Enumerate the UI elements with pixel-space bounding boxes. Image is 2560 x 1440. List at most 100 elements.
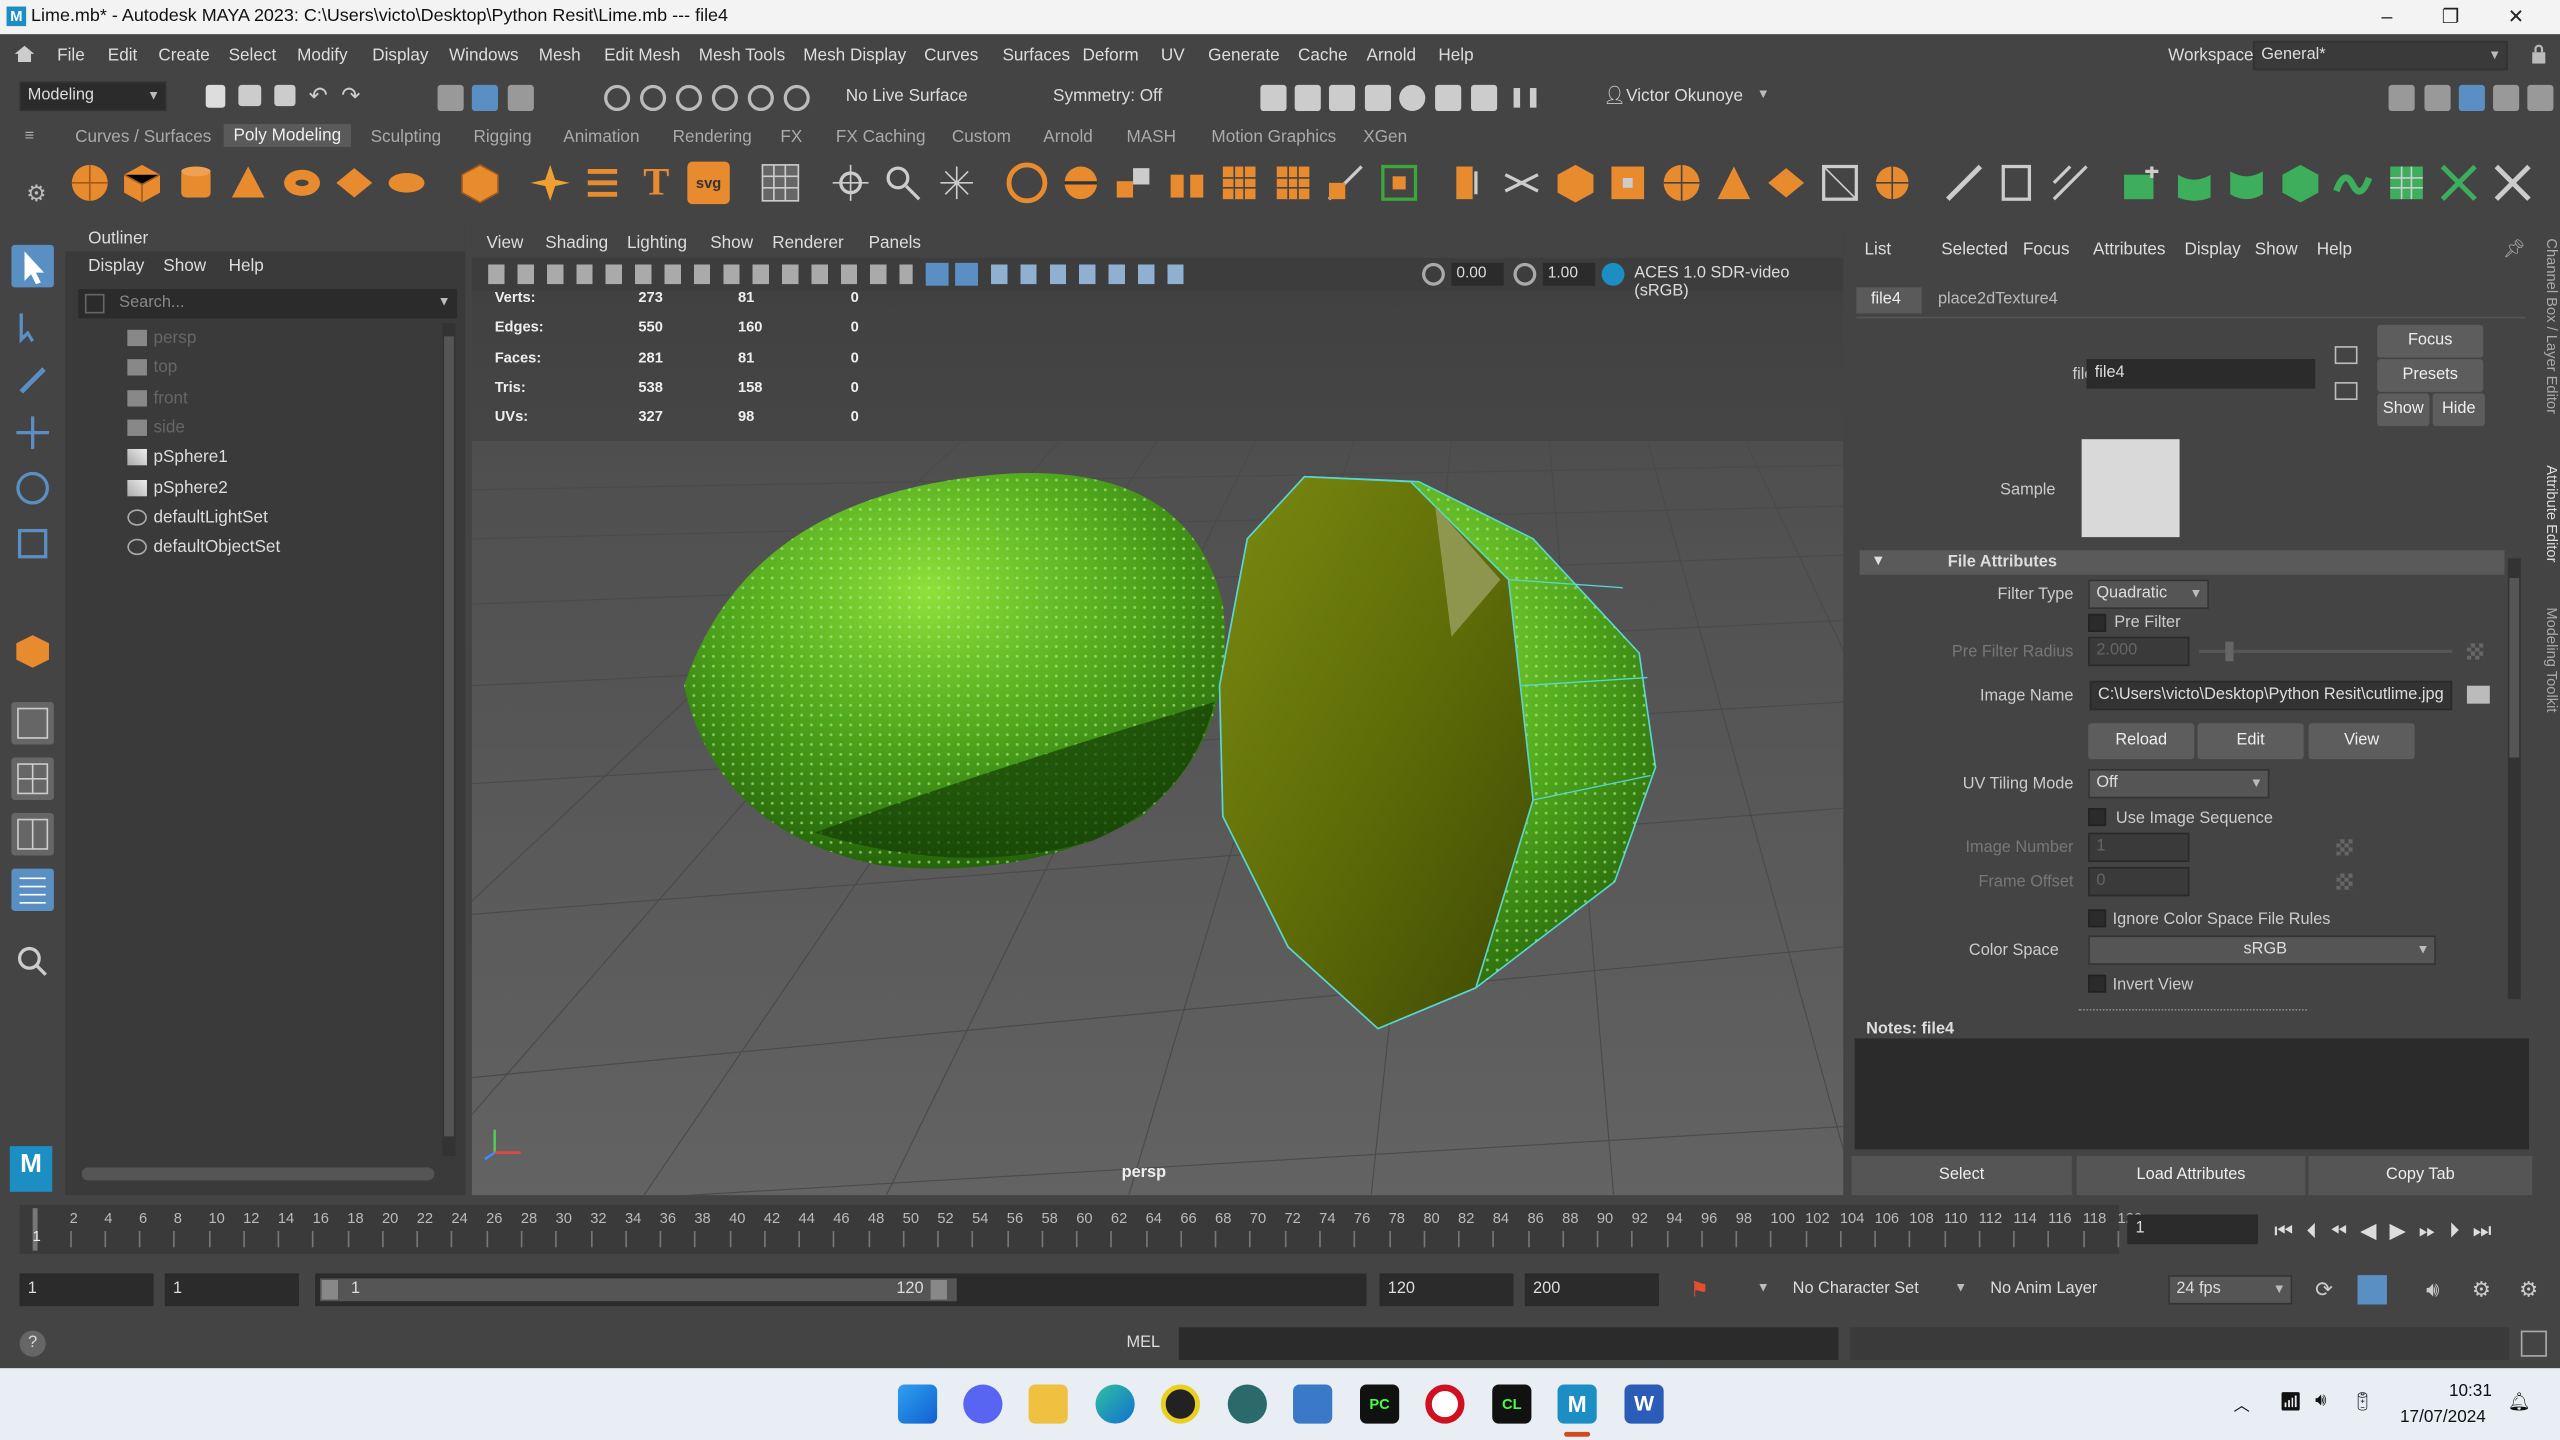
edit-button[interactable]: Edit bbox=[2197, 723, 2304, 760]
ae-menu-selected[interactable]: Selected bbox=[1941, 240, 2008, 260]
paint-select-icon[interactable] bbox=[11, 359, 53, 401]
file-name-field[interactable]: file4 bbox=[2086, 359, 2316, 389]
pause-icon[interactable]: ❚❚ bbox=[1509, 85, 1542, 108]
chevron-down-icon[interactable]: ▼ bbox=[1954, 1280, 1967, 1295]
poly-sphere-icon[interactable] bbox=[69, 162, 111, 204]
outliner-search[interactable]: Search... ▼ bbox=[78, 288, 458, 319]
render-frame-icon[interactable] bbox=[1294, 84, 1321, 112]
tab-place2dtexture4[interactable]: place2dTexture4 bbox=[1938, 291, 2058, 309]
channel-box-icon[interactable] bbox=[2527, 84, 2554, 112]
uv-editor-icon[interactable] bbox=[759, 162, 801, 204]
select-button[interactable]: Select bbox=[1851, 1155, 2072, 1196]
modeling-toolkit-icon[interactable] bbox=[2388, 84, 2415, 112]
poly-cylinder-icon[interactable] bbox=[175, 162, 217, 204]
pycharm-icon[interactable]: PC bbox=[1359, 1384, 1400, 1424]
copy-tab-button[interactable]: Copy Tab bbox=[2308, 1155, 2533, 1196]
viewport-menu-renderer[interactable]: Renderer bbox=[772, 233, 843, 253]
merge-icon[interactable] bbox=[1607, 162, 1649, 204]
uv-cylindrical-icon[interactable] bbox=[2173, 162, 2215, 204]
use-image-sequence-checkbox[interactable] bbox=[2088, 808, 2107, 827]
menu-windows[interactable]: Windows bbox=[449, 46, 519, 66]
attribute-editor-toggle-icon[interactable] bbox=[2458, 84, 2485, 112]
new-scene-icon[interactable] bbox=[205, 84, 226, 108]
current-frame-field[interactable]: 1 bbox=[2127, 1214, 2258, 1245]
menu-create[interactable]: Create bbox=[158, 46, 209, 66]
poly-cube-icon[interactable] bbox=[121, 162, 163, 204]
hypershade-icon[interactable] bbox=[1399, 84, 1426, 112]
arnold-ipr-icon[interactable] bbox=[1471, 84, 1498, 112]
render-view-icon[interactable] bbox=[1260, 84, 1287, 112]
insert-edge-loop-icon[interactable] bbox=[1995, 162, 2037, 204]
super-shape-icon[interactable] bbox=[581, 162, 623, 204]
type-tool-icon[interactable]: T bbox=[635, 162, 677, 204]
outliner-vscrollbar[interactable] bbox=[442, 323, 456, 1156]
ignore-color-space-checkbox[interactable] bbox=[2088, 909, 2107, 928]
render-settings-icon[interactable] bbox=[1364, 84, 1392, 112]
volume-icon[interactable]: 🔊︎ bbox=[2315, 1391, 2326, 1412]
shelf-tab-fx[interactable]: FX bbox=[780, 127, 802, 147]
smooth-shade-icon[interactable] bbox=[955, 262, 978, 286]
poly-cone-icon[interactable] bbox=[227, 162, 269, 204]
lime-whole[interactable] bbox=[684, 473, 1226, 869]
poke-icon[interactable] bbox=[1378, 162, 1420, 204]
wifi-icon[interactable]: 📶︎ bbox=[2279, 1391, 2302, 1413]
outliner-hscrollbar[interactable] bbox=[81, 1167, 435, 1181]
extrude-icon[interactable] bbox=[1112, 162, 1154, 204]
shelf-tab-mash[interactable]: MASH bbox=[1127, 127, 1177, 147]
go-to-input-icon[interactable] bbox=[2334, 346, 2358, 365]
hik-icon[interactable] bbox=[2424, 84, 2451, 112]
append-polygon-icon[interactable] bbox=[1324, 162, 1366, 204]
end-time-field[interactable]: 200 bbox=[1524, 1273, 1659, 1307]
shelf-tab-rigging[interactable]: Rigging bbox=[473, 127, 531, 147]
map-button-icon[interactable] bbox=[2336, 839, 2353, 856]
maximize-button[interactable]: ❐ bbox=[2426, 3, 2475, 29]
file-explorer-icon[interactable] bbox=[1028, 1384, 1068, 1424]
slide-edge-icon[interactable] bbox=[1871, 162, 1913, 204]
sweep-mesh-icon[interactable] bbox=[529, 162, 571, 204]
menu-mesh-display[interactable]: Mesh Display bbox=[803, 46, 906, 66]
outliner-item-defaultLightSet[interactable]: defaultLightSet bbox=[153, 507, 267, 527]
playback-end-field[interactable]: 120 bbox=[1379, 1273, 1514, 1307]
app-icon[interactable] bbox=[1227, 1384, 1267, 1424]
lasso-tool-icon[interactable] bbox=[11, 304, 53, 346]
shelf-tab-curves-surfaces[interactable]: Curves / Surfaces bbox=[75, 127, 211, 147]
clock-date[interactable]: 17/07/2024 bbox=[2400, 1407, 2486, 1427]
viewport-menu-show[interactable]: Show bbox=[710, 233, 753, 253]
menu-curves[interactable]: Curves bbox=[924, 46, 978, 66]
open-scene-icon[interactable] bbox=[238, 84, 262, 107]
ae-menu-list[interactable]: List bbox=[1864, 240, 1891, 260]
live-surface-label[interactable]: No Live Surface bbox=[846, 87, 968, 107]
chevron-down-icon[interactable]: ▼ bbox=[1757, 87, 1770, 102]
undo-icon[interactable]: ↶ bbox=[309, 82, 328, 110]
collapse-icon[interactable] bbox=[1660, 162, 1702, 204]
rotate-tool-icon[interactable] bbox=[11, 467, 53, 509]
battery-icon[interactable]: 🔋︎ bbox=[2351, 1391, 2374, 1413]
view-button[interactable]: View bbox=[2308, 723, 2415, 760]
flip-icon[interactable] bbox=[1765, 162, 1807, 204]
menu-edit[interactable]: Edit bbox=[108, 46, 138, 66]
sound-icon[interactable]: 🔊︎ bbox=[2426, 1277, 2439, 1303]
chevron-down-icon[interactable]: ▼ bbox=[1757, 1280, 1770, 1295]
color-space-dropdown[interactable]: sRGB ▼ bbox=[2088, 935, 2436, 965]
outliner-item-pSphere2[interactable]: pSphere2 bbox=[153, 478, 227, 498]
circularize-icon[interactable] bbox=[1713, 162, 1755, 204]
select-hierarchy-icon[interactable] bbox=[437, 84, 464, 112]
clion-icon[interactable]: CL bbox=[1492, 1384, 1532, 1424]
colorspace-label[interactable]: ACES 1.0 SDR-video (sRGB) bbox=[1634, 264, 1843, 300]
color-management-icon[interactable] bbox=[1601, 262, 1625, 286]
tab-file4[interactable]: file4 bbox=[1856, 287, 1922, 314]
boolean-icon[interactable] bbox=[1006, 162, 1048, 204]
clock-time[interactable]: 10:31 bbox=[2449, 1381, 2492, 1401]
shelf-tab-custom[interactable]: Custom bbox=[952, 127, 1011, 147]
playback-start-field[interactable]: 1 bbox=[164, 1273, 299, 1307]
poly-plane-icon[interactable] bbox=[333, 162, 375, 204]
time-slider[interactable]: 2 4 6 8 10 12 14 16 18 20 22 24 26 28 30 32 34 36 38 40 42 44… bbox=[0, 1204, 2560, 1254]
scale-tool-icon[interactable] bbox=[11, 522, 53, 564]
outliner-menu-display[interactable]: Display bbox=[88, 256, 144, 276]
pre-filter-checkbox[interactable] bbox=[2088, 613, 2107, 632]
snap-surface-icon[interactable] bbox=[747, 84, 774, 112]
maya-home-icon[interactable]: M bbox=[9, 1146, 53, 1192]
splitter-handle[interactable] bbox=[2078, 1008, 2307, 1012]
reload-button[interactable]: Reload bbox=[2088, 723, 2195, 760]
uv-sew-icon[interactable] bbox=[2491, 162, 2533, 204]
